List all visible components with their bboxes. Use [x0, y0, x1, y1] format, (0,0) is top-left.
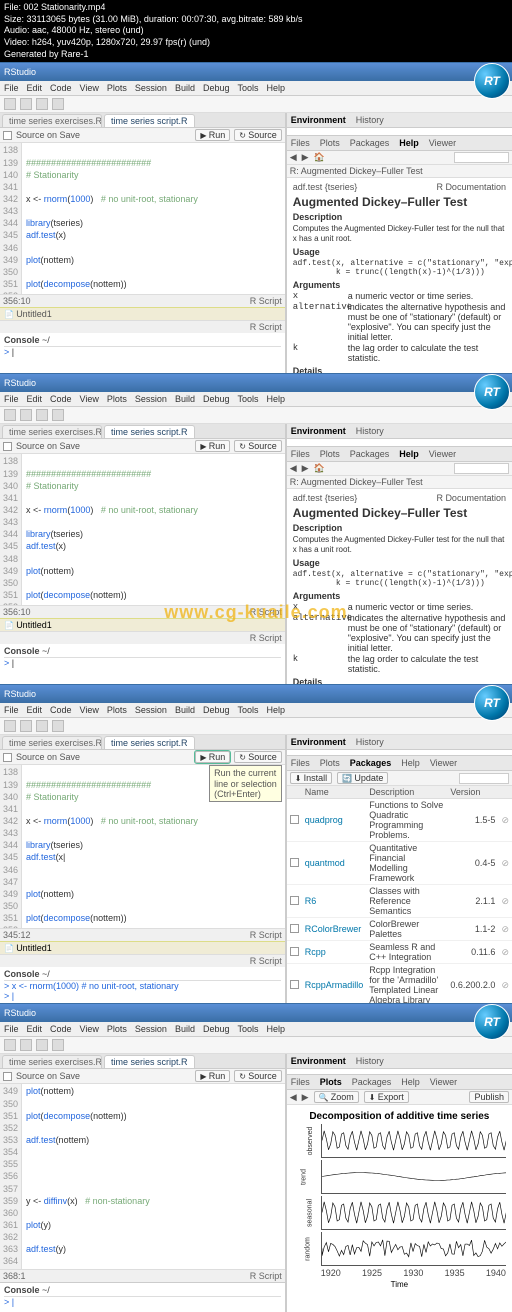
console-title: Console — [4, 335, 40, 345]
pkg-checkbox[interactable] — [290, 924, 299, 933]
run-button[interactable]: ▶ Run — [195, 751, 230, 763]
cursor-pos: 356:10 — [3, 296, 31, 306]
table-row[interactable]: RcppArmadilloRcpp Integration for the 'A… — [287, 964, 512, 1004]
file-type: R Script — [250, 296, 282, 306]
help-breadcrumb: R: Augmented Dickey–Fuller Test — [290, 166, 423, 176]
menu-build[interactable]: Build — [175, 83, 195, 93]
source-on-save-check[interactable] — [3, 131, 12, 140]
window-titlebar[interactable]: RStudio — [0, 63, 512, 81]
plot-prev-icon[interactable]: ◀ — [290, 1092, 297, 1103]
install-button[interactable]: ⬇ Install — [290, 772, 332, 784]
tab-plots[interactable]: Plots — [320, 138, 340, 148]
rstudio-frame-4: RT RStudio FileEditCodeViewPlotsSessionB… — [0, 1003, 512, 1312]
menubar[interactable]: File Edit Code View Plots Session Build … — [0, 81, 512, 96]
table-row[interactable]: quantmodQuantitative Financial Modelling… — [287, 842, 512, 885]
table-row[interactable]: RcppSeamless R and C++ Integration0.11.6… — [287, 941, 512, 964]
tab-exercises[interactable]: time series exercises.R — [2, 114, 102, 127]
publish-button[interactable]: Publish — [469, 1091, 509, 1103]
console-prompt[interactable]: > | — [4, 347, 281, 357]
menu-code[interactable]: Code — [50, 83, 72, 93]
tab-history[interactable]: History — [356, 115, 384, 125]
help-pane[interactable]: adf.test {tseries}R Documentation Augmen… — [287, 178, 512, 373]
decomposition-plot: Decomposition of additive time series ob… — [287, 1105, 512, 1312]
export-button[interactable]: ⬇ Export — [364, 1091, 409, 1103]
pkg-checkbox[interactable] — [290, 815, 299, 824]
pkg-search[interactable] — [459, 773, 509, 784]
menu-debug[interactable]: Debug — [203, 83, 230, 93]
back-icon[interactable]: ◀ — [290, 152, 297, 163]
menu-help[interactable]: Help — [267, 83, 286, 93]
print-icon[interactable] — [52, 98, 64, 110]
source-on-save-label: Source on Save — [16, 130, 80, 140]
run-button[interactable]: ▶ Run — [195, 129, 230, 141]
open-file-icon[interactable] — [20, 98, 32, 110]
zoom-button[interactable]: 🔍 Zoom — [314, 1091, 359, 1103]
tab-environment[interactable]: Environment — [291, 115, 346, 125]
run-tooltip: Run the currentline or selection(Ctrl+En… — [209, 765, 282, 802]
rstudio-frame-3: RT RStudio FileEditCodeViewPlotsSessionB… — [0, 684, 512, 1003]
menu-view[interactable]: View — [80, 83, 99, 93]
source-tabs[interactable]: time series exercises.R time series scri… — [0, 113, 285, 128]
main-toolbar[interactable] — [0, 96, 512, 113]
pkg-checkbox[interactable] — [290, 980, 299, 989]
source-toolbar: Source on Save ▶ Run ↻ Source — [0, 128, 285, 143]
code-editor[interactable]: 1381391403413423433443453463493503513523… — [0, 143, 285, 294]
menu-session[interactable]: Session — [135, 83, 167, 93]
console-line[interactable]: > | — [4, 991, 281, 1001]
source-button[interactable]: ↻ Source — [234, 129, 281, 141]
plot-next-icon[interactable]: ▶ — [302, 1092, 309, 1103]
line-gutter: 1381391403413423433443453463493503513523… — [0, 143, 22, 294]
help-search[interactable] — [454, 152, 509, 163]
env-hist-tabs[interactable]: Environment History — [287, 113, 512, 128]
video-meta: File: 002 Stationarity.mp4 Size: 3311306… — [0, 0, 512, 62]
pkg-checkbox[interactable] — [290, 896, 299, 905]
update-button[interactable]: 🔄 Update — [337, 772, 388, 784]
packages-table[interactable]: NameDescriptionVersion quadprogFunctions… — [287, 786, 512, 1003]
menu-file[interactable]: File — [4, 83, 19, 93]
table-row[interactable]: quadprogFunctions to Solve Quadratic Pro… — [287, 799, 512, 842]
pkg-checkbox[interactable] — [290, 858, 299, 867]
rstudio-frame-2: RT www.cg-kuaile.com RStudio FileEditCod… — [0, 373, 512, 684]
console-line: > x <- rnorm(1000) # no unit-root, stati… — [4, 981, 281, 991]
fwd-icon[interactable]: ▶ — [302, 152, 309, 163]
tab-packages[interactable]: Packages — [350, 138, 390, 148]
table-row[interactable]: R6Classes with Reference Semantics2.1.1⊘ — [287, 885, 512, 918]
menu-edit[interactable]: Edit — [27, 83, 43, 93]
menu-plots[interactable]: Plots — [107, 83, 127, 93]
tab-help[interactable]: Help — [399, 138, 419, 148]
rstudio-frame-1: RT RStudio File Edit Code View Plots Ses… — [0, 62, 512, 373]
new-file-icon[interactable] — [4, 98, 16, 110]
menu-tools[interactable]: Tools — [238, 83, 259, 93]
tab-viewer[interactable]: Viewer — [429, 138, 456, 148]
tab-script[interactable]: time series script.R — [104, 114, 195, 127]
save-icon[interactable] — [36, 98, 48, 110]
help-title: Augmented Dickey–Fuller Test — [293, 195, 506, 209]
untitled-tab[interactable]: 📄 Untitled1 — [0, 307, 285, 320]
tab-files[interactable]: Files — [291, 138, 310, 148]
pkg-checkbox[interactable] — [290, 947, 299, 956]
home-icon[interactable]: 🏠 — [314, 152, 325, 163]
table-row[interactable]: RColorBrewerColorBrewer Palettes1.1-2⊘ — [287, 918, 512, 941]
